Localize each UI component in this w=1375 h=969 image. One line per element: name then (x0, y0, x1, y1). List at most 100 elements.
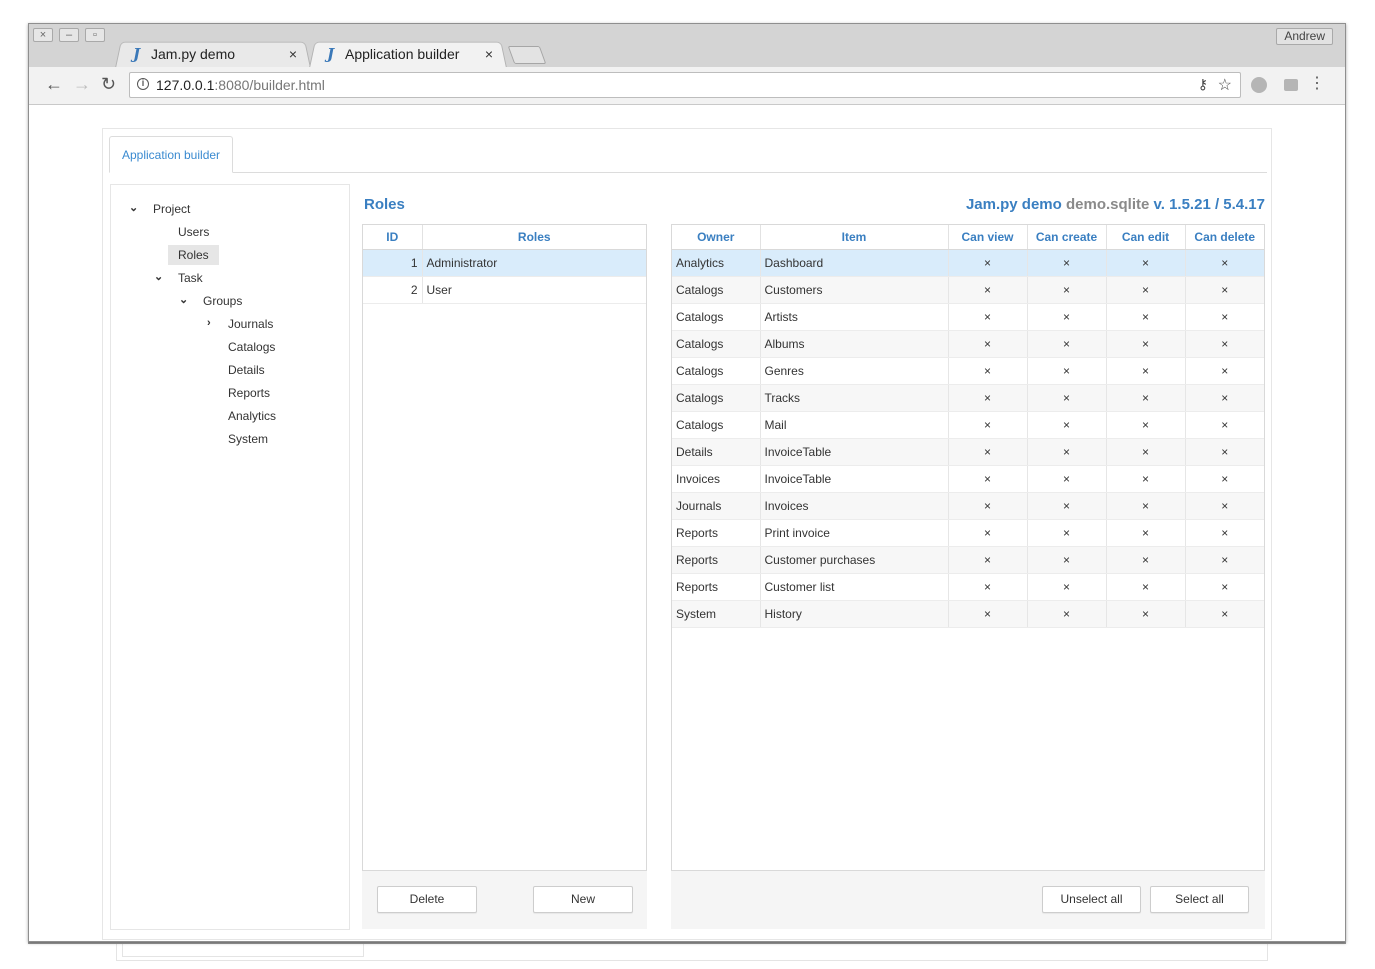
can-view-checkbox[interactable]: × (948, 303, 1028, 331)
table-row[interactable]: Catalogs Mail × × × × (672, 411, 1264, 439)
can-delete-checkbox[interactable]: × (1185, 357, 1264, 385)
tree-item-catalogs[interactable]: Catalogs (228, 337, 275, 357)
tree-item-system[interactable]: System (228, 429, 268, 449)
can-create-checkbox[interactable]: × (1027, 546, 1107, 574)
menu-icon[interactable]: ⋮ (1309, 75, 1325, 93)
can-create-checkbox[interactable]: × (1027, 438, 1107, 466)
back-icon[interactable]: ← (45, 75, 63, 93)
can-view-checkbox[interactable]: × (948, 330, 1028, 358)
extensions-icon[interactable] (1284, 79, 1298, 91)
table-row[interactable]: Analytics Dashboard × × × × (672, 249, 1264, 277)
can-create-checkbox[interactable]: × (1027, 276, 1107, 304)
can-create-checkbox[interactable]: × (1027, 303, 1107, 331)
can-view-checkbox[interactable]: × (948, 573, 1028, 601)
tab-application-builder[interactable]: Application builder (109, 136, 233, 173)
tab-close-icon[interactable]: × (289, 46, 297, 62)
can-view-checkbox[interactable]: × (948, 249, 1028, 277)
can-edit-checkbox[interactable]: × (1106, 573, 1186, 601)
can-create-checkbox[interactable]: × (1027, 411, 1107, 439)
chevron-right-icon[interactable]: › (207, 317, 211, 329)
tree-item-reports[interactable]: Reports (228, 383, 270, 403)
star-icon[interactable]: ☆ (1218, 75, 1232, 95)
chevron-down-icon[interactable]: ⌄ (129, 201, 138, 214)
column-header-id[interactable]: ID (363, 225, 423, 250)
delete-button[interactable]: Delete (377, 886, 477, 913)
can-delete-checkbox[interactable]: × (1185, 249, 1264, 277)
can-delete-checkbox[interactable]: × (1185, 330, 1264, 358)
can-edit-checkbox[interactable]: × (1106, 276, 1186, 304)
can-edit-checkbox[interactable]: × (1106, 330, 1186, 358)
table-row[interactable]: Reports Print invoice × × × × (672, 519, 1264, 547)
can-create-checkbox[interactable]: × (1027, 492, 1107, 520)
chevron-down-icon[interactable]: ⌄ (154, 270, 163, 283)
column-header-can-view[interactable]: Can view (948, 225, 1028, 250)
can-edit-checkbox[interactable]: × (1106, 519, 1186, 547)
can-create-checkbox[interactable]: × (1027, 330, 1107, 358)
chevron-down-icon[interactable]: ⌄ (179, 293, 188, 306)
can-edit-checkbox[interactable]: × (1106, 249, 1186, 277)
can-view-checkbox[interactable]: × (948, 411, 1028, 439)
table-row[interactable]: Invoices InvoiceTable × × × × (672, 465, 1264, 493)
can-view-checkbox[interactable]: × (948, 492, 1028, 520)
table-row[interactable]: Catalogs Tracks × × × × (672, 384, 1264, 412)
close-window-icon[interactable]: × (33, 28, 53, 42)
table-row[interactable]: Catalogs Artists × × × × (672, 303, 1264, 331)
tree-item-task[interactable]: Task (178, 268, 203, 288)
can-create-checkbox[interactable]: × (1027, 384, 1107, 412)
profile-button[interactable]: Andrew (1276, 28, 1333, 45)
can-edit-checkbox[interactable]: × (1106, 411, 1186, 439)
browser-tab-jampy-demo[interactable]: J Jam.py demo × (115, 40, 311, 68)
column-header-roles[interactable]: Roles (422, 225, 646, 250)
can-view-checkbox[interactable]: × (948, 357, 1028, 385)
minimize-window-icon[interactable]: – (59, 28, 79, 42)
tree-item-analytics[interactable]: Analytics (228, 406, 276, 426)
can-delete-checkbox[interactable]: × (1185, 465, 1264, 493)
table-row[interactable]: System History × × × × (672, 600, 1264, 628)
can-delete-checkbox[interactable]: × (1185, 384, 1264, 412)
table-row[interactable]: Reports Customer purchases × × × × (672, 546, 1264, 574)
can-view-checkbox[interactable]: × (948, 519, 1028, 547)
can-delete-checkbox[interactable]: × (1185, 438, 1264, 466)
table-row[interactable]: 1 Administrator (363, 249, 646, 277)
can-create-checkbox[interactable]: × (1027, 600, 1107, 628)
globe-icon[interactable] (1251, 77, 1267, 93)
unselect-all-button[interactable]: Unselect all (1042, 886, 1141, 913)
can-edit-checkbox[interactable]: × (1106, 303, 1186, 331)
table-row[interactable]: Catalogs Customers × × × × (672, 276, 1264, 304)
can-edit-checkbox[interactable]: × (1106, 384, 1186, 412)
tab-close-icon[interactable]: × (485, 46, 493, 62)
column-header-can-delete[interactable]: Can delete (1185, 225, 1264, 250)
can-create-checkbox[interactable]: × (1027, 519, 1107, 547)
new-tab-button[interactable] (507, 46, 547, 64)
tree-item-roles[interactable]: Roles (168, 245, 219, 265)
column-header-can-edit[interactable]: Can edit (1106, 225, 1186, 250)
can-edit-checkbox[interactable]: × (1106, 438, 1186, 466)
can-delete-checkbox[interactable]: × (1185, 600, 1264, 628)
tree-item-groups[interactable]: Groups (203, 291, 242, 311)
tree-item-project[interactable]: Project (153, 199, 190, 219)
info-icon[interactable]: i (137, 78, 149, 90)
new-button[interactable]: New (533, 886, 633, 913)
can-view-checkbox[interactable]: × (948, 465, 1028, 493)
can-delete-checkbox[interactable]: × (1185, 573, 1264, 601)
can-edit-checkbox[interactable]: × (1106, 492, 1186, 520)
maximize-window-icon[interactable]: ▫ (85, 28, 105, 42)
select-all-button[interactable]: Select all (1150, 886, 1249, 913)
can-delete-checkbox[interactable]: × (1185, 519, 1264, 547)
reload-icon[interactable]: ↻ (101, 75, 116, 93)
can-view-checkbox[interactable]: × (948, 438, 1028, 466)
tree-item-details[interactable]: Details (228, 360, 265, 380)
can-edit-checkbox[interactable]: × (1106, 465, 1186, 493)
table-row[interactable]: 2 User (363, 276, 646, 304)
tree-item-users[interactable]: Users (178, 222, 209, 242)
can-edit-checkbox[interactable]: × (1106, 600, 1186, 628)
can-view-checkbox[interactable]: × (948, 276, 1028, 304)
can-view-checkbox[interactable]: × (948, 546, 1028, 574)
can-create-checkbox[interactable]: × (1027, 249, 1107, 277)
table-row[interactable]: Reports Customer list × × × × (672, 573, 1264, 601)
can-delete-checkbox[interactable]: × (1185, 276, 1264, 304)
can-create-checkbox[interactable]: × (1027, 573, 1107, 601)
column-header-can-create[interactable]: Can create (1027, 225, 1107, 250)
can-edit-checkbox[interactable]: × (1106, 357, 1186, 385)
forward-icon[interactable]: → (73, 75, 91, 93)
